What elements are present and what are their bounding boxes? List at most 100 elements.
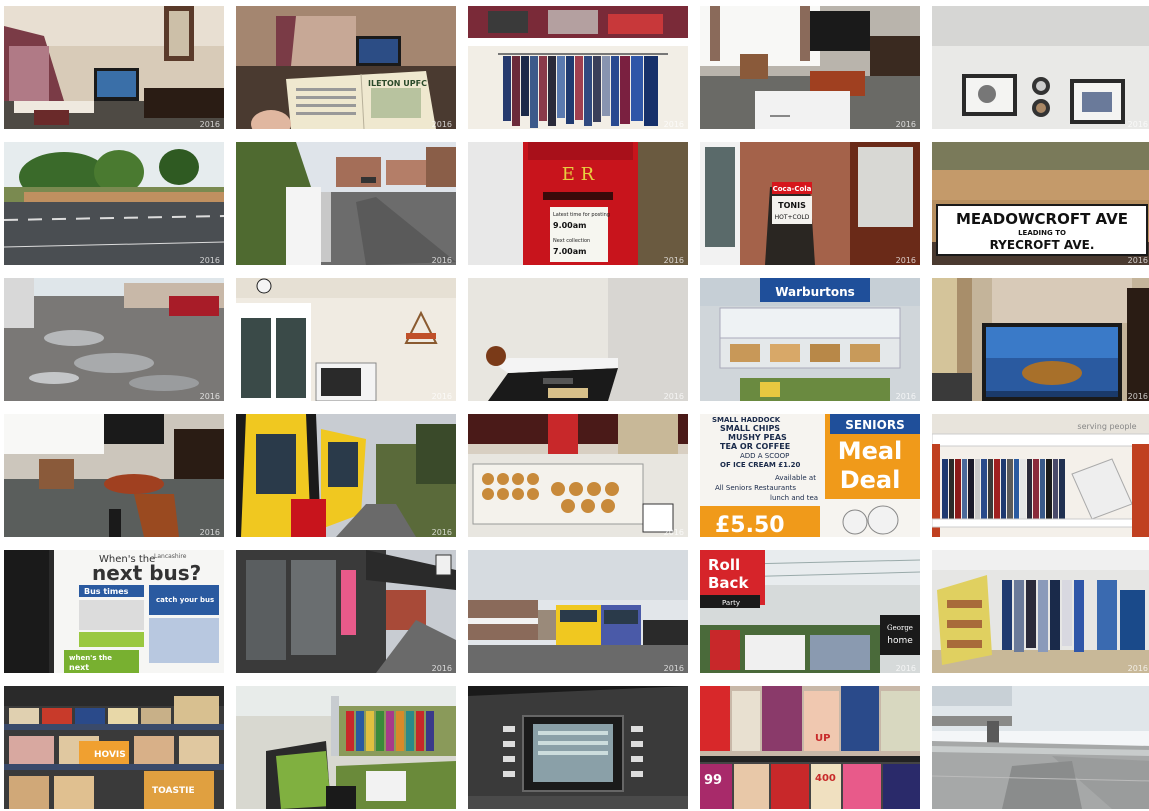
george-text-2: home xyxy=(887,636,913,646)
post-box-notice-1: Latest time for posting xyxy=(553,212,610,218)
clothing-store-image xyxy=(932,550,1149,673)
meal-text-7: Available at xyxy=(775,474,816,482)
street-sign-text-1: MEADOWCROFT AVE xyxy=(956,210,1128,228)
photo-living-room-window[interactable]: 2016 xyxy=(700,6,920,129)
checkout-image xyxy=(236,686,456,809)
rollback-store-image: Roll Back Party George home xyxy=(700,550,920,673)
photo-road-trees[interactable]: 2016 xyxy=(4,142,224,265)
bus-poster-image: Lancashire When's the next bus? Bus time… xyxy=(4,550,224,673)
photo-bakery-counter[interactable]: 2016 xyxy=(468,414,688,537)
photo-date-stamp: 2016 xyxy=(663,664,684,673)
bus-poster-text-7: Lancashire xyxy=(154,553,187,560)
bread-freezer-image: Warburtons xyxy=(700,278,920,401)
photo-street-sign[interactable]: MEADOWCROFT AVE LEADING TO RYECROFT AVE.… xyxy=(932,142,1149,265)
living-room-window-image xyxy=(700,6,920,129)
bus-poster-text-2: next bus? xyxy=(92,561,201,585)
bus-shelter-image xyxy=(236,550,456,673)
photo-bookshelf[interactable]: serving people xyxy=(932,414,1149,537)
photo-date-stamp: 2016 xyxy=(431,528,452,537)
photo-date-stamp: 2016 xyxy=(1127,256,1148,265)
meal-text-1: SMALL HADDOCK xyxy=(712,416,781,424)
photo-yellow-bus[interactable]: 2016 xyxy=(236,414,456,537)
bakery-brand-text: Warburtons xyxy=(775,285,855,299)
photo-post-box[interactable]: E R Latest time for posting 9.00am Next … xyxy=(468,142,688,265)
rollback-text-1: Roll xyxy=(708,556,740,574)
magazine-rack-image: UP 99 400 xyxy=(700,686,920,809)
meal-big-text-1: Meal xyxy=(838,437,903,465)
kitchen-microwave-image xyxy=(236,278,456,401)
magazine-text-1: UP xyxy=(815,733,830,744)
living-room-tv-image xyxy=(4,6,224,129)
wet-road-image xyxy=(4,278,224,401)
photo-wall-pictures[interactable]: 2016 xyxy=(932,6,1149,129)
bookshelf-image: serving people xyxy=(932,414,1149,537)
photo-date-stamp: 2016 xyxy=(199,528,220,537)
photo-wardrobe-clothes[interactable]: 2016 xyxy=(468,6,688,129)
photo-date-stamp: 2016 xyxy=(431,120,452,129)
photo-bus-poster[interactable]: Lancashire When's the next bus? Bus time… xyxy=(4,550,224,673)
photo-date-stamp: 2016 xyxy=(199,392,220,401)
meal-text-5: ADD A SCOOP xyxy=(740,452,789,460)
photo-grid: 2016 ILETON UPFC 2016 2016 2016 2016 201… xyxy=(0,0,1149,811)
photo-magazine-rack[interactable]: UP 99 400 xyxy=(700,686,920,809)
cafe-door-image: Coca-Cola TONIS HOT+COLD xyxy=(700,142,920,265)
photo-living-room-remote[interactable]: 2016 xyxy=(4,414,224,537)
photo-date-stamp: 2016 xyxy=(431,256,452,265)
bread-text-2: TOASTIE xyxy=(152,786,195,796)
photo-checkout[interactable] xyxy=(236,686,456,809)
photo-seafront[interactable] xyxy=(932,686,1149,809)
book-reading-image: ILETON UPFC xyxy=(236,6,456,129)
photo-street-cabinet[interactable]: 2016 xyxy=(236,142,456,265)
road-trees-image xyxy=(4,142,224,265)
magazine-text-3: 400 xyxy=(815,773,836,784)
photo-date-stamp: 2016 xyxy=(199,120,220,129)
photo-bus-shelter[interactable]: 2016 xyxy=(236,550,456,673)
desk-monitor-image xyxy=(932,278,1149,401)
seafront-image xyxy=(932,686,1149,809)
bread-aisle-image: HOVIS TOASTIE xyxy=(4,686,224,809)
hob-kitchen-image xyxy=(468,278,688,401)
meal-text-2: SMALL CHIPS xyxy=(720,424,780,433)
photo-book-reading[interactable]: ILETON UPFC 2016 xyxy=(236,6,456,129)
photo-hob-kitchen[interactable]: 2016 xyxy=(468,278,688,401)
photo-date-stamp: 2016 xyxy=(1127,392,1148,401)
photo-date-stamp: 2016 xyxy=(199,256,220,265)
photo-clothing-store[interactable]: 2016 xyxy=(932,550,1149,673)
photo-date-stamp: 2016 xyxy=(1127,664,1148,673)
photo-seniors-meal-deal[interactable]: SENIORS Meal Deal SMALL HADDOCK SMALL CH… xyxy=(700,414,920,537)
photo-desk-monitor[interactable]: 2016 xyxy=(932,278,1149,401)
street-cabinet-image xyxy=(236,142,456,265)
photo-cafe-door[interactable]: Coca-Cola TONIS HOT+COLD 2016 xyxy=(700,142,920,265)
photo-bread-aisle[interactable]: HOVIS TOASTIE xyxy=(4,686,224,809)
photo-rollback-store[interactable]: Roll Back Party George home 2016 xyxy=(700,550,920,673)
photo-date-stamp: 2016 xyxy=(1127,120,1148,129)
bus-poster-text-3: Bus times xyxy=(84,587,129,596)
street-buses-image xyxy=(468,550,688,673)
post-box-image: E R Latest time for posting 9.00am Next … xyxy=(468,142,688,265)
meal-price-text: £5.50 xyxy=(715,513,785,537)
photo-atm-machine[interactable] xyxy=(468,686,688,809)
book-title-text: ILETON UPFC xyxy=(368,79,427,88)
photo-date-stamp: 2016 xyxy=(663,120,684,129)
street-sign-text-2: LEADING TO xyxy=(1018,229,1066,237)
photo-living-room-tv[interactable]: 2016 xyxy=(4,6,224,129)
photo-street-buses[interactable]: 2016 xyxy=(468,550,688,673)
bread-text-1: HOVIS xyxy=(94,750,126,760)
photo-date-stamp: 2016 xyxy=(895,120,916,129)
post-box-notice-2: 9.00am xyxy=(553,221,586,230)
meal-text-6: OF ICE CREAM £1.20 xyxy=(720,461,801,469)
yellow-bus-image xyxy=(236,414,456,537)
photo-wet-road[interactable]: 2016 xyxy=(4,278,224,401)
photo-kitchen-microwave[interactable]: 2016 xyxy=(236,278,456,401)
post-box-cipher-text: E R xyxy=(562,164,595,185)
photo-date-stamp: 2016 xyxy=(431,664,452,673)
meal-text-3: MUSHY PEAS xyxy=(728,433,787,442)
meal-text-4: TEA OR COFFEE xyxy=(720,442,790,451)
post-box-notice-3: Next collection xyxy=(553,238,590,244)
photo-bread-freezer[interactable]: Warburtons 2016 xyxy=(700,278,920,401)
cafe-board-text-2: HOT+COLD xyxy=(775,214,810,221)
photo-date-stamp: 2016 xyxy=(663,528,684,537)
bus-poster-text-6: next xyxy=(69,663,89,672)
george-text-1: George xyxy=(887,624,913,632)
photo-date-stamp: 2016 xyxy=(895,256,916,265)
